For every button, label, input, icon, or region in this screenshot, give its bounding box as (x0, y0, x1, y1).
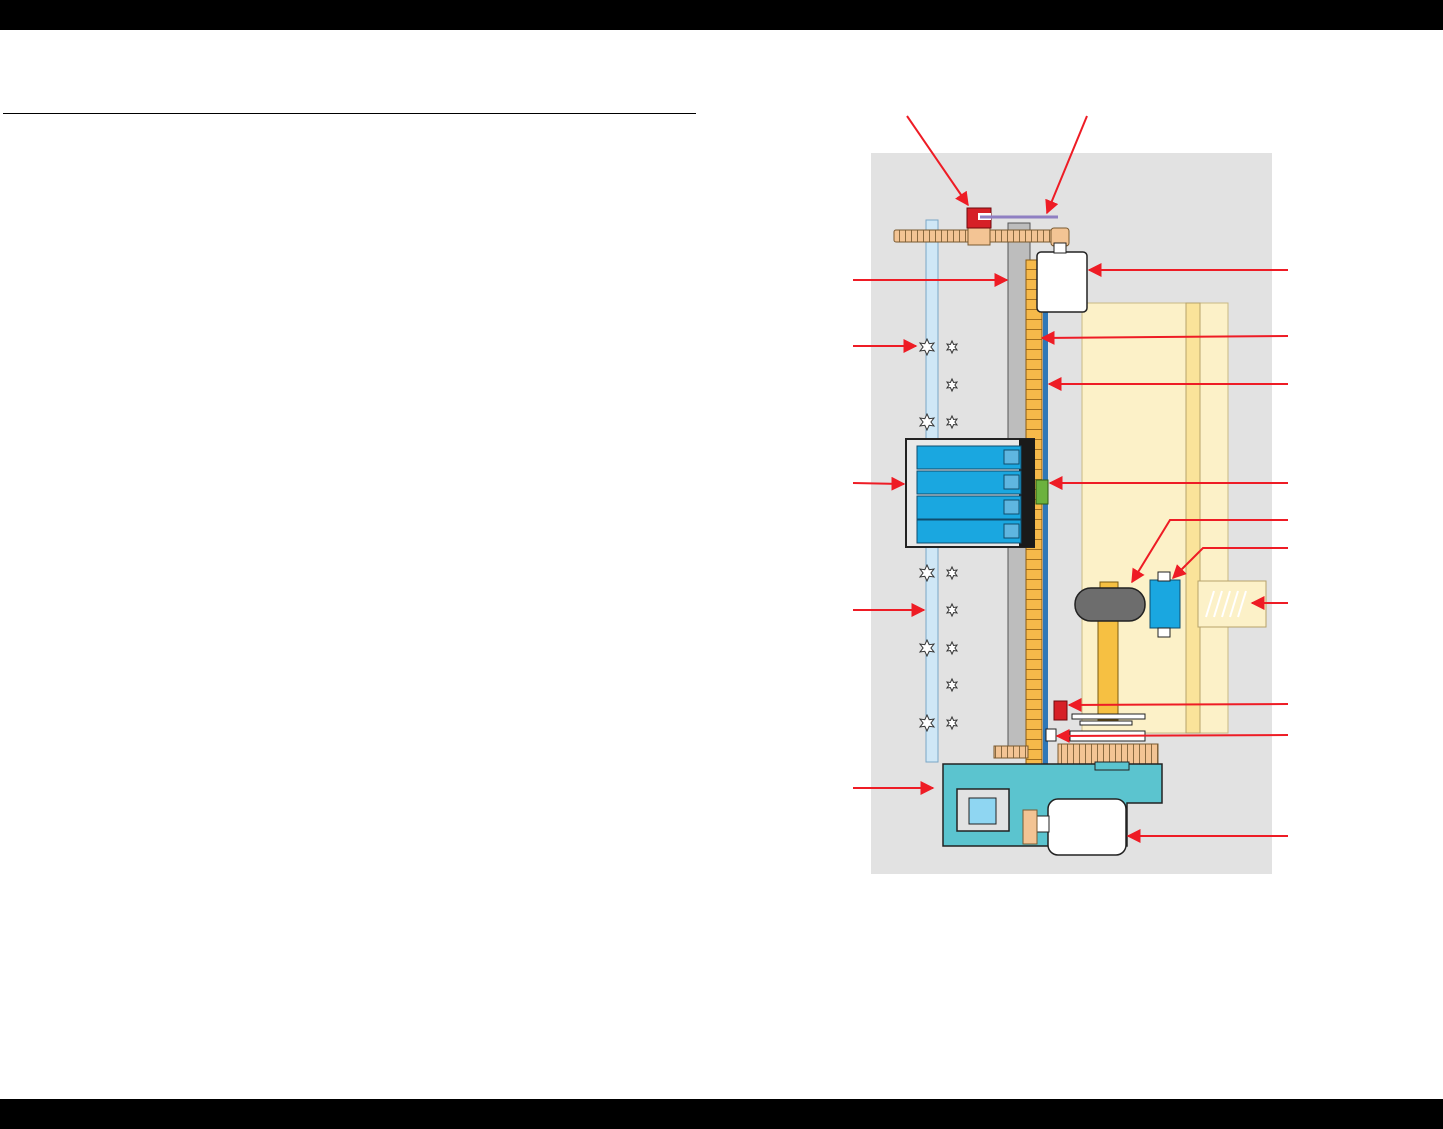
cartridge-chip (1003, 449, 1020, 465)
top-motor (1036, 251, 1088, 313)
carriage-encoder-sensor (1035, 479, 1049, 505)
bottom-left-gear (993, 745, 1029, 759)
top-gear-hub (967, 226, 991, 246)
red-sensor-small (1053, 700, 1068, 721)
cap-plate (1079, 720, 1133, 726)
ink-cartridges (916, 445, 1022, 544)
white-sensor-small (1045, 728, 1057, 742)
bottom-motor (1047, 798, 1127, 856)
callout-arrow (852, 476, 906, 491)
base-window-inner (968, 797, 997, 825)
cartridge-chip (1003, 474, 1020, 490)
base-tab (1094, 761, 1130, 771)
paper-sensor (1149, 579, 1181, 629)
top-motor-shaft (1053, 242, 1067, 254)
cap-plate (1071, 713, 1146, 720)
callout-arrow (1055, 728, 1289, 743)
callout-arrow (1067, 697, 1289, 712)
paper-sensor-bottom (1157, 627, 1171, 638)
cartridge-chip (1003, 523, 1020, 539)
linear-encoder-scale (1043, 262, 1048, 844)
paper-guide-strip (1185, 302, 1201, 734)
pump-shaft (1097, 609, 1119, 721)
cap-head (1074, 587, 1146, 622)
bottom-motor-shaft (1035, 815, 1050, 833)
cartridge-chip (1003, 499, 1020, 515)
belt-bottom-pulley (1022, 809, 1038, 845)
paper-sensor-top (1157, 571, 1171, 582)
mechanism-diagram (852, 115, 1289, 874)
